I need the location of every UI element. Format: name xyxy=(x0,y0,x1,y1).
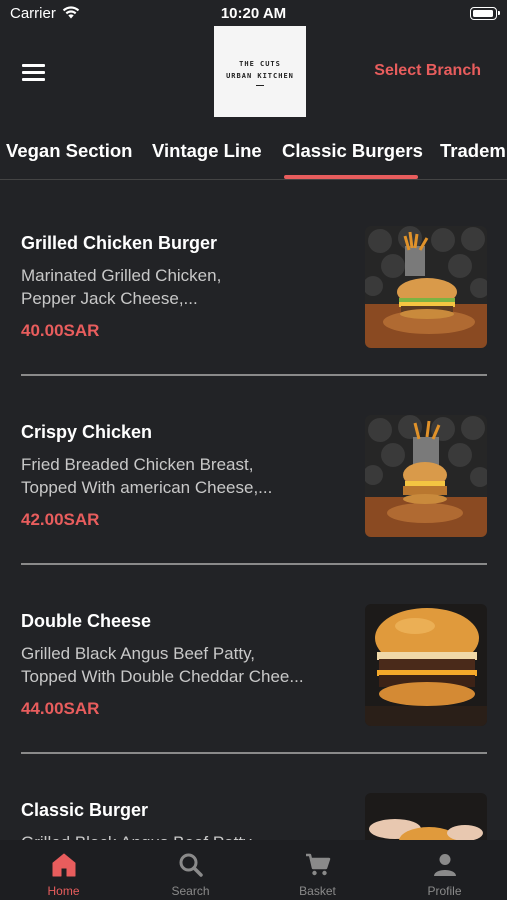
menu-item[interactable]: Grilled Chicken Burger Marinated Grilled… xyxy=(0,180,507,376)
home-icon xyxy=(52,853,75,877)
classic-burger-photo xyxy=(365,793,487,840)
bottom-tab-bar: Home Search Basket Profile xyxy=(0,840,507,900)
tab-vintage-line[interactable]: Vintage Line xyxy=(152,140,262,162)
item-price: 40.00SAR xyxy=(21,321,100,340)
item-description: Fried Breaded Chicken Breast, Topped Wit… xyxy=(21,453,346,499)
tab-trademark[interactable]: Tradem xyxy=(440,140,506,162)
nav-home[interactable]: Home xyxy=(0,840,127,900)
search-icon xyxy=(179,853,203,877)
category-tabs: Vegan Section Vintage Line Classic Burge… xyxy=(0,136,507,180)
nav-search-label: Search xyxy=(171,884,210,898)
item-description: Marinated Grilled Chicken, Pepper Jack C… xyxy=(21,264,346,310)
item-description: Grilled Black Angus Beef Patty, Topped W… xyxy=(21,642,346,688)
item-description-line: Topped With Double Cheddar Chee... xyxy=(21,667,304,686)
item-description: Grilled Black Angus Beef Patty, xyxy=(21,831,346,840)
item-description-line: Grilled Black Angus Beef Patty, xyxy=(21,644,256,663)
status-time: 10:20 AM xyxy=(220,5,287,22)
nav-profile-label: Profile xyxy=(427,884,462,898)
tab-classic-burgers[interactable]: Classic Burgers xyxy=(282,140,423,162)
item-description-line: Topped With american Cheese,... xyxy=(21,478,273,497)
tab-vegan-section[interactable]: Vegan Section xyxy=(6,140,132,162)
nav-basket[interactable]: Basket xyxy=(254,840,381,900)
item-name: Crispy Chicken xyxy=(21,422,153,442)
grilled-chicken-burger-photo xyxy=(365,226,487,348)
logo-line-1: THE CUTS xyxy=(239,59,281,68)
menu-item[interactable]: Crispy Chicken Fried Breaded Chicken Bre… xyxy=(0,369,507,565)
menu-item[interactable]: Classic Burger Grilled Black Angus Beef … xyxy=(0,747,507,840)
item-price: 44.00SAR xyxy=(21,699,100,718)
double-cheese-photo xyxy=(365,604,487,726)
header: THE CUTS URBAN KITCHEN Select Branch xyxy=(0,26,507,117)
item-name: Grilled Chicken Burger xyxy=(21,233,218,253)
restaurant-logo: THE CUTS URBAN KITCHEN xyxy=(214,26,306,117)
crispy-chicken-photo xyxy=(365,415,487,537)
select-branch-button[interactable]: Select Branch xyxy=(374,62,481,80)
item-name: Double Cheese xyxy=(21,611,152,631)
item-description-line: Pepper Jack Cheese,... xyxy=(21,289,198,308)
item-description-line: Grilled Black Angus Beef Patty, xyxy=(21,831,346,840)
cart-icon xyxy=(305,853,330,876)
item-description-line: Marinated Grilled Chicken, xyxy=(21,266,222,285)
nav-search[interactable]: Search xyxy=(127,840,254,900)
profile-icon xyxy=(433,854,456,876)
logo-dash xyxy=(256,84,264,86)
hamburger-menu-button[interactable] xyxy=(22,62,47,81)
nav-profile[interactable]: Profile xyxy=(381,840,507,900)
item-name: Classic Burger xyxy=(21,800,149,820)
item-price: 42.00SAR xyxy=(21,510,100,529)
menu-item[interactable]: Double Cheese Grilled Black Angus Beef P… xyxy=(0,558,507,754)
logo-line-2: URBAN KITCHEN xyxy=(226,71,294,80)
menu-list: Grilled Chicken Burger Marinated Grilled… xyxy=(0,180,507,840)
battery-icon xyxy=(470,7,500,20)
item-description-line: Fried Breaded Chicken Breast, xyxy=(21,455,254,474)
nav-home-label: Home xyxy=(47,884,80,898)
nav-basket-label: Basket xyxy=(299,884,336,898)
status-bar: Carrier 10:20 AM xyxy=(0,0,507,28)
